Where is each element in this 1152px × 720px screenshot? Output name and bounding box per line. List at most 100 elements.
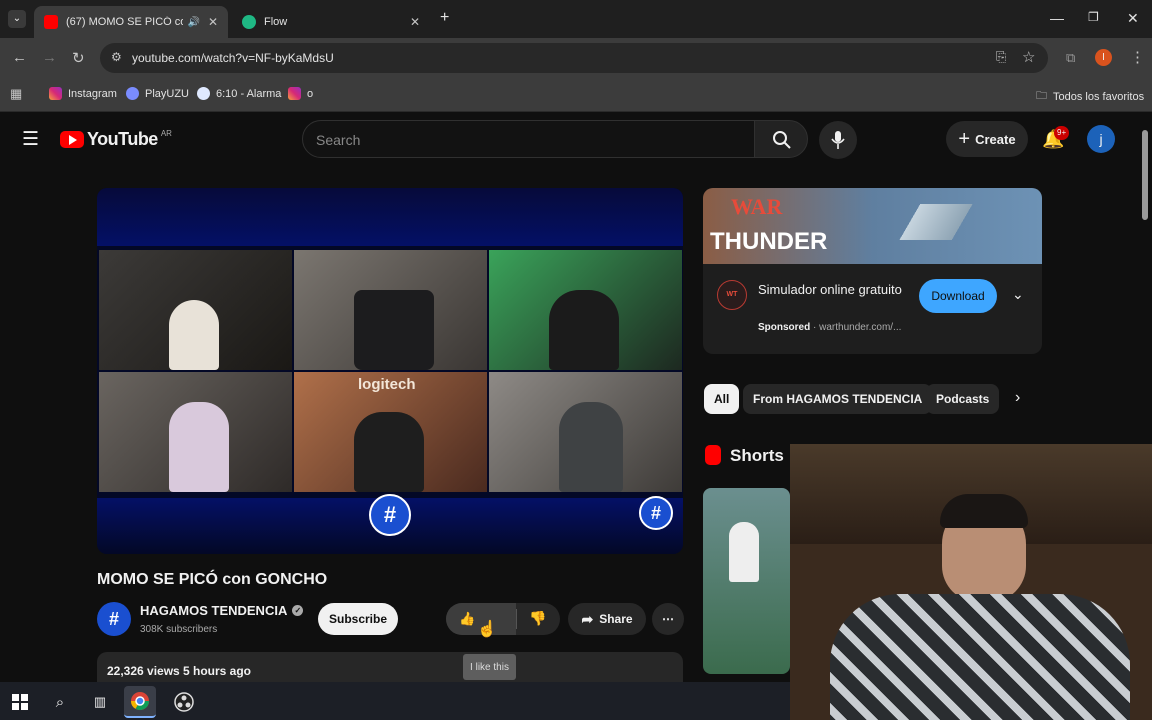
page-scrollbar[interactable] [1142,130,1148,220]
obs-taskbar-icon[interactable] [168,686,200,718]
bookmark-label: Todos los favoritos [1053,90,1145,103]
chips-next-chevron-icon[interactable]: › [1015,389,1020,407]
instagram-icon [288,87,301,100]
channel-avatar[interactable]: # [97,602,131,636]
chip-from-channel[interactable]: From HAGAMOS TENDENCIA [743,384,933,414]
close-window-icon[interactable]: ✕ [1127,10,1139,27]
share-button[interactable]: ➦ Share [568,603,646,635]
short-thumbnail[interactable] [703,488,790,674]
bookmark-playuzu[interactable]: PlayUZU [126,87,189,100]
tab-youtube[interactable]: (67) MOMO SE PICÓ con G 🔊 ✕ [34,6,228,38]
task-view-icon[interactable]: ▥ [84,686,116,718]
video-title: MOMO SE PICÓ con GONCHO [97,571,328,588]
bookmark-o[interactable]: o [288,87,313,100]
view-count: 22,326 views [107,664,180,678]
youtube-logo[interactable]: YouTube AR [60,129,172,150]
extensions-icon[interactable]: ⧉ [1066,50,1075,66]
tab-title: (67) MOMO SE PICÓ con G [66,16,184,28]
youtube-header: ☰ YouTube AR Search + Create 🔔 9+ j [0,112,1152,168]
profile-icon[interactable]: I [1095,49,1112,66]
bookmarks-folder[interactable]: 🗀 Todos los favoritos [1036,87,1144,106]
bookmark-instagram[interactable]: Instagram [49,87,117,100]
chip-podcasts[interactable]: Podcasts [926,384,1000,414]
subscriber-count: 308K subscribers [140,624,218,635]
menu-kebab-icon[interactable]: ⋮ [1130,48,1145,66]
install-app-icon[interactable]: ⎘ [996,49,1006,65]
watermark-logo-icon: # [639,496,673,530]
verified-icon: ✓ [292,605,304,616]
thumbnail-figure [729,522,759,582]
restore-icon[interactable]: ❐ [1088,10,1099,24]
alarm-icon [197,87,210,100]
search-button[interactable] [754,120,808,158]
stream-cell [489,372,682,492]
thumbs-down-icon: 👎 [529,610,547,626]
more-dots-icon: ⋯ [662,612,674,626]
playuzu-icon [126,87,139,100]
ad-expand-chevron-icon[interactable]: ⌄ [1012,286,1024,303]
bookmark-label: o [307,87,314,100]
logitech-sign: logitech [358,376,416,393]
streamer-figure [354,412,424,492]
taskbar-search-icon[interactable]: ⌕ [44,686,76,718]
webcam-shirt [830,594,1130,720]
video-player[interactable]: logitech # # [97,188,683,554]
reload-icon[interactable]: ↻ [72,49,85,67]
bookmark-alarma[interactable]: 6:10 - Alarma [197,87,281,100]
address-bar[interactable]: ⚙ youtube.com/watch?v=NF-byKaMdsU ⎘ ☆ [100,43,1048,73]
logo-text: YouTube [87,129,158,149]
close-tab-icon[interactable]: ✕ [410,15,420,29]
back-icon[interactable]: ← [12,49,27,66]
speaker-icon[interactable]: 🔊 [187,17,199,28]
create-label: Create [975,131,1016,147]
channel-logo-icon: # [369,494,411,536]
search-input[interactable]: Search [302,120,755,158]
ad-headline: Simulador online gratuito [758,282,902,297]
ad-logo-icon: WT [717,280,747,310]
forward-icon[interactable]: → [42,49,57,66]
streamer-figure [169,402,229,492]
tab-search-button[interactable]: ⌄ [8,10,26,28]
sponsored-ad-card[interactable]: WAR THUNDER WT Simulador online gratuito… [703,188,1042,354]
browser-toolbar: ← → ↻ ⚙ youtube.com/watch?v=NF-byKaMdsU … [0,38,1152,78]
more-actions-button[interactable]: ⋯ [652,603,684,635]
chrome-taskbar-icon[interactable] [124,686,156,718]
microphone-icon [831,131,845,149]
tab-title: Flow [264,16,288,28]
webcam-overlay [790,444,1152,720]
search-icon [773,131,791,149]
ad-download-button[interactable]: Download [919,279,997,313]
chip-all[interactable]: All [704,384,740,414]
account-avatar[interactable]: j [1087,125,1115,153]
ad-sponsor-line: Sponsored · warthunder.com/... [758,322,902,333]
webcam-hair [940,494,1028,528]
stream-cell [99,372,292,492]
voice-search-button[interactable] [819,121,857,159]
bookmark-label: 6:10 - Alarma [216,87,282,100]
new-tab-button[interactable]: + [440,9,449,27]
windows-taskbar: ⌕ ▥ [0,682,790,720]
stream-cell: logitech [294,372,487,492]
ad-brand-line1: WAR [731,194,783,219]
dislike-button[interactable]: 👎 [517,603,560,635]
site-info-icon[interactable]: ⚙ [111,50,122,64]
hamburger-menu-icon[interactable]: ☰ [22,128,39,151]
minimize-icon[interactable]: — [1050,10,1064,26]
ad-banner-image: WAR THUNDER [703,188,1042,264]
bookmark-star-icon[interactable]: ☆ [1022,48,1035,66]
search-placeholder: Search [316,132,361,148]
plus-icon: + [958,127,971,150]
windows-start-icon[interactable] [4,686,36,718]
close-tab-icon[interactable]: ✕ [208,15,218,29]
channel-name[interactable]: HAGAMOS TENDENCIA ✓ [140,603,304,618]
thumbs-up-icon: 👍 [459,611,476,626]
youtube-play-icon [60,131,84,148]
country-code: AR [160,129,172,138]
subscribe-button[interactable]: Subscribe [318,603,398,635]
url-text: youtube.com/watch?v=NF-byKaMdsU [132,51,334,65]
create-button[interactable]: + Create [946,121,1028,157]
ad-brand-line2: THUNDER [710,228,828,255]
apps-grid-icon[interactable]: ▦ [10,86,22,102]
like-tooltip: I like this [463,654,516,680]
tab-flow[interactable]: Flow ✕ [232,6,430,38]
